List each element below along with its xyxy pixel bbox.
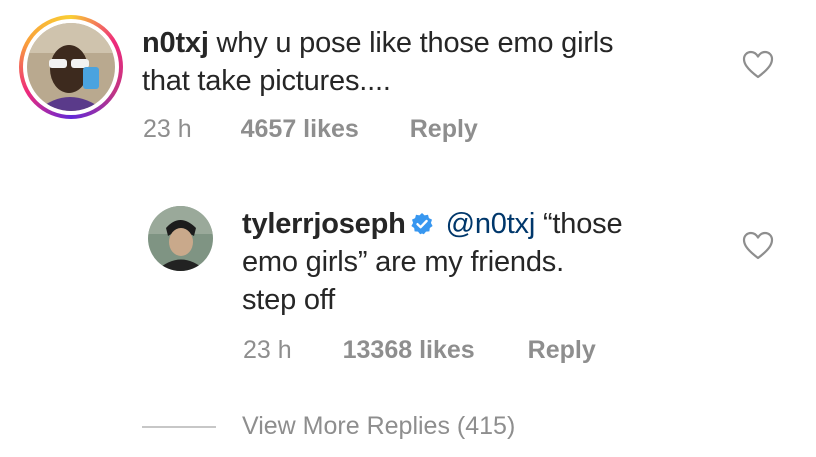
view-more-replies-label[interactable]: View More Replies (415) bbox=[242, 412, 515, 441]
reply-mention[interactable]: @n0txj bbox=[446, 208, 536, 240]
story-ring[interactable] bbox=[19, 15, 123, 119]
heart-outline-icon[interactable] bbox=[742, 50, 774, 80]
comment-time: 23 h bbox=[143, 115, 192, 143]
reply-text: tylerrjoseph @n0txj “those emo girls” ar… bbox=[242, 205, 623, 319]
comment-likes[interactable]: 4657 likes bbox=[241, 115, 359, 144]
view-more-replies[interactable]: View More Replies (415) bbox=[142, 412, 515, 441]
reply-text-line2: emo girls” are my friends. bbox=[242, 246, 564, 278]
reply-username[interactable]: tylerrjoseph bbox=[242, 208, 406, 240]
reply-text-line3: step off bbox=[242, 284, 335, 316]
comment-username[interactable]: n0txj bbox=[142, 27, 209, 59]
reply-meta: 23 h 13368 likes Reply bbox=[243, 336, 596, 365]
reply-time: 23 h bbox=[243, 336, 292, 364]
verified-badge-icon bbox=[411, 213, 433, 235]
comment-text-line1: why u pose like those emo girls bbox=[208, 27, 614, 59]
reply-avatar-image bbox=[148, 206, 213, 271]
comment-reply-button[interactable]: Reply bbox=[410, 115, 478, 144]
comment-meta: 23 h 4657 likes Reply bbox=[143, 115, 478, 144]
avatar[interactable] bbox=[27, 23, 115, 111]
reply-likes[interactable]: 13368 likes bbox=[343, 336, 475, 365]
divider-line bbox=[142, 425, 216, 428]
reply-reply-button[interactable]: Reply bbox=[528, 336, 596, 365]
comment-text-line2: that take pictures.... bbox=[142, 65, 391, 97]
comment-text: n0txj why u pose like those emo girls th… bbox=[142, 24, 614, 100]
heart-outline-icon[interactable] bbox=[742, 231, 774, 261]
avatar-image bbox=[27, 23, 115, 111]
reply-text-line1: “those bbox=[535, 208, 623, 240]
reply-avatar[interactable] bbox=[148, 206, 213, 271]
